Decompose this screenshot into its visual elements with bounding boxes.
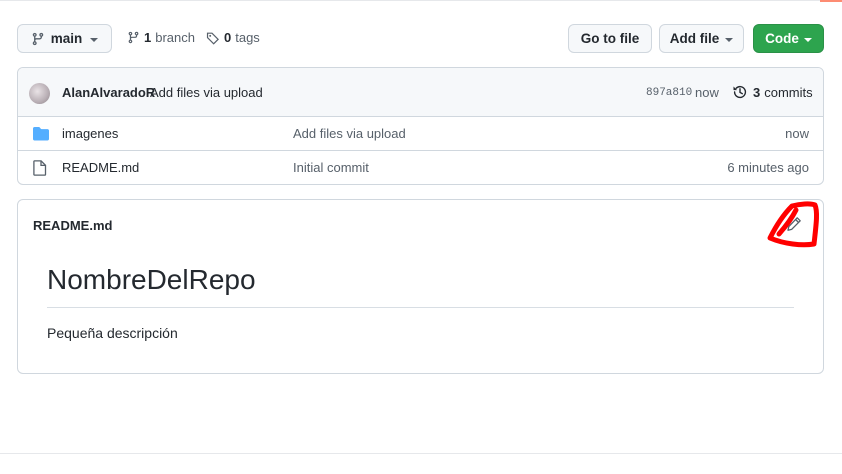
file-browser: AlanAlvaradoR Add files via upload 897a8… xyxy=(17,67,824,185)
folder-icon xyxy=(33,127,49,141)
add-file-button[interactable]: Add file xyxy=(659,24,744,53)
add-file-label: Add file xyxy=(669,31,720,46)
file-time: now xyxy=(785,126,809,141)
file-icon xyxy=(33,160,47,176)
avatar[interactable] xyxy=(29,83,50,104)
chevron-down-icon xyxy=(90,37,99,42)
commit-sha-link[interactable]: 897a810 xyxy=(646,87,692,99)
heading-divider xyxy=(47,307,794,308)
table-row[interactable]: README.md Initial commit 6 minutes ago xyxy=(18,151,823,184)
commit-time: now xyxy=(695,85,719,100)
file-name-link[interactable]: README.md xyxy=(62,160,139,175)
readme-heading: NombreDelRepo xyxy=(47,264,256,295)
chevron-down-icon xyxy=(725,37,734,42)
red-circle-annotation xyxy=(767,201,820,248)
tag-word: tags xyxy=(235,30,260,45)
readme-description: Pequeña descripción xyxy=(47,325,178,341)
commits-word: commits xyxy=(764,84,813,100)
repo-toolbar: main 1 branch 0 tags Go to file Add file… xyxy=(17,24,824,53)
file-name-link[interactable]: imagenes xyxy=(62,126,118,141)
branch-word: branch xyxy=(155,30,195,45)
branch-select-button[interactable]: main xyxy=(17,24,112,53)
commits-count: 3 xyxy=(753,84,761,100)
table-row[interactable]: imagenes Add files via upload now xyxy=(18,117,823,151)
file-commit-message-link[interactable]: Add files via upload xyxy=(293,126,406,141)
code-label: Code xyxy=(765,31,799,46)
commit-message-link[interactable]: Add files via upload xyxy=(150,85,263,100)
readme-filename-link[interactable]: README.md xyxy=(33,218,112,233)
branch-count: 1 xyxy=(144,30,152,45)
top-border xyxy=(0,0,842,1)
commit-author-link[interactable]: AlanAlvaradoR xyxy=(62,85,155,100)
go-to-file-button[interactable]: Go to file xyxy=(568,24,652,53)
git-branch-icon xyxy=(128,31,139,44)
commits-history-link[interactable]: 3 commits xyxy=(732,84,813,100)
code-button[interactable]: Code xyxy=(753,24,824,53)
file-commit-message-link[interactable]: Initial commit xyxy=(293,160,369,175)
branch-name: main xyxy=(50,31,83,46)
tab-underline-accent xyxy=(820,0,842,2)
file-time: 6 minutes ago xyxy=(727,160,809,175)
branches-link[interactable]: 1 branch xyxy=(127,30,195,45)
bottom-border xyxy=(0,453,842,454)
tags-link[interactable]: 0 tags xyxy=(206,30,260,45)
history-icon xyxy=(733,85,747,99)
git-branch-icon xyxy=(32,32,43,45)
tag-icon xyxy=(206,32,219,45)
chevron-down-icon xyxy=(803,37,812,42)
tag-count: 0 xyxy=(224,30,232,45)
go-to-file-label: Go to file xyxy=(580,31,640,46)
readme-panel: README.md NombreDelRepo Pequeña descripc… xyxy=(17,199,824,374)
latest-commit-row: AlanAlvaradoR Add files via upload 897a8… xyxy=(18,68,823,117)
